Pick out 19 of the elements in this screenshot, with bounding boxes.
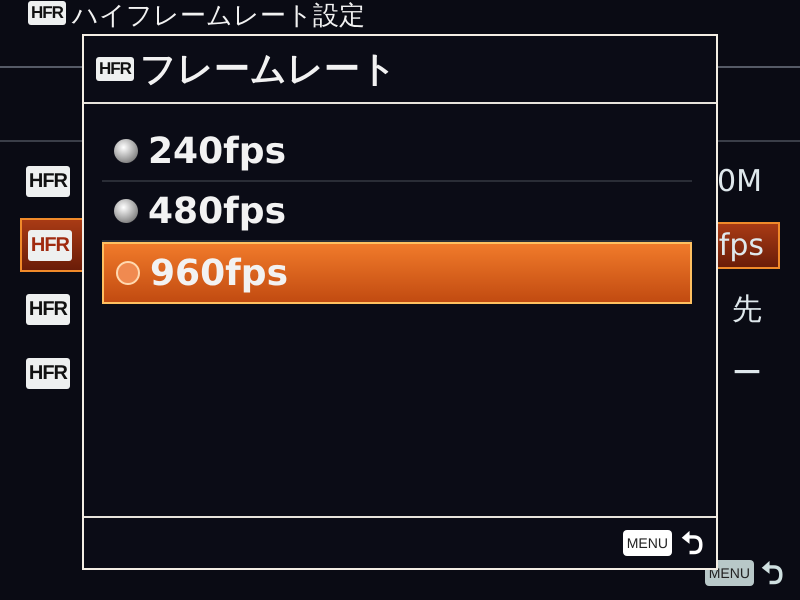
menu-item-slot[interactable]: HFR <box>20 348 82 398</box>
radio-icon <box>116 261 140 285</box>
menu-value: 0M <box>716 162 763 200</box>
menu-value: ー <box>731 354 763 392</box>
screen-title: ハイフレームレート設定 <box>72 1 365 31</box>
hfr-badge: HFR <box>26 294 70 324</box>
menu-key: MENU <box>622 530 672 556</box>
menu-item-slot[interactable]: HFR <box>20 156 82 206</box>
option-row[interactable]: 240fps <box>102 122 692 182</box>
menu-value: 先 <box>731 290 763 328</box>
hfr-badge: HFR <box>26 166 70 196</box>
hfr-badge: HFR <box>28 230 72 260</box>
radio-icon <box>114 199 138 223</box>
radio-icon <box>114 139 138 163</box>
hfr-badge: HFR <box>28 1 66 25</box>
menu-item-slot[interactable]: HFR <box>20 284 82 334</box>
hfr-badge: HFR <box>96 57 134 81</box>
dialog-title: フレームレート <box>140 48 397 92</box>
hfr-badge: HFR <box>26 358 70 388</box>
